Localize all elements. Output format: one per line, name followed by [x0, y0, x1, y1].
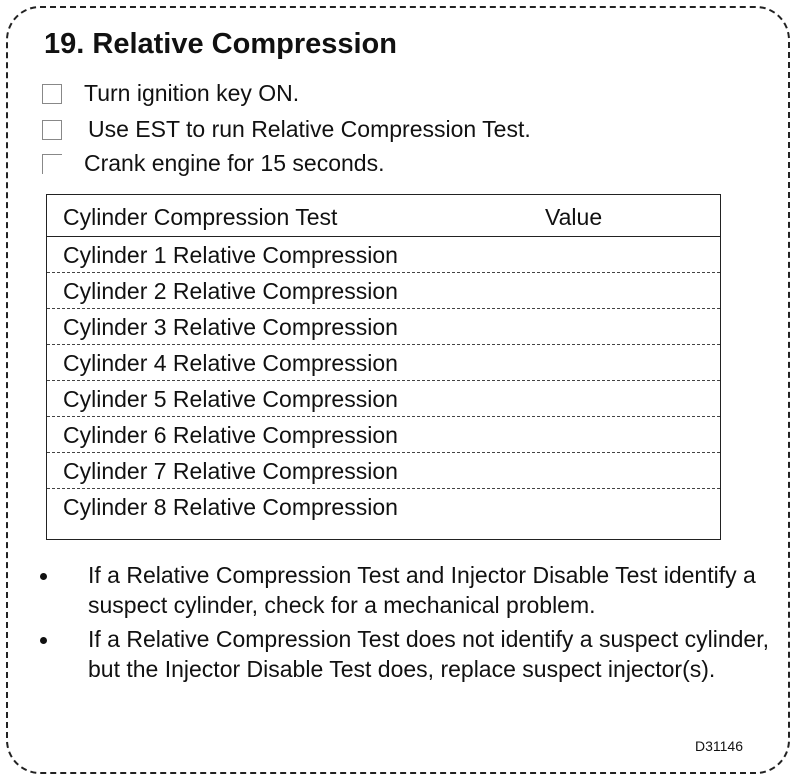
table-row: Cylinder 8 Relative Compression [47, 489, 720, 525]
checklist-item[interactable]: Crank engine for 15 seconds. [42, 150, 384, 177]
bullet-icon [40, 573, 47, 580]
cylinder-test-cell: Cylinder 6 Relative Compression [63, 422, 398, 448]
table-row: Cylinder 6 Relative Compression [47, 417, 720, 453]
cylinder-test-cell: Cylinder 4 Relative Compression [63, 350, 398, 376]
notes-list: If a Relative Compression Test and Injec… [36, 560, 781, 688]
checklist-item-label: Crank engine for 15 seconds. [84, 150, 385, 176]
cylinder-test-cell: Cylinder 2 Relative Compression [63, 278, 398, 304]
cylinder-test-cell: Cylinder 7 Relative Compression [63, 458, 398, 484]
column-header-value: Value [545, 204, 603, 230]
table-row: Cylinder 7 Relative Compression [47, 453, 720, 489]
cylinder-test-cell: Cylinder 5 Relative Compression [63, 386, 398, 412]
checklist-item-label: Turn ignition key ON. [84, 80, 300, 106]
table-row: Cylinder 4 Relative Compression [47, 345, 720, 381]
checkbox[interactable] [42, 83, 62, 104]
table-header: Cylinder Compression Test Value [47, 195, 720, 237]
section-title: 19. Relative Compression [44, 28, 397, 60]
table-row: Cylinder 5 Relative Compression [47, 381, 720, 417]
note-text: If a Relative Compression Test does not … [88, 626, 769, 682]
checkbox[interactable] [42, 119, 62, 140]
cylinder-test-cell: Cylinder 1 Relative Compression [63, 242, 398, 268]
compression-test-table: Cylinder Compression Test Value Cylinder… [46, 194, 721, 540]
cylinder-test-cell: Cylinder 3 Relative Compression [63, 314, 398, 340]
column-header-test: Cylinder Compression Test [63, 204, 338, 230]
table-row: Cylinder 1 Relative Compression [47, 237, 720, 273]
table-row: Cylinder 2 Relative Compression [47, 273, 720, 309]
checkbox[interactable] [42, 153, 62, 174]
table-row: Cylinder 3 Relative Compression [47, 309, 720, 345]
figure-code: D31146 [695, 738, 744, 754]
bullet-icon [40, 637, 47, 644]
note-item: If a Relative Compression Test does not … [36, 624, 781, 684]
checklist-item[interactable]: Use EST to run Relative Compression Test… [42, 116, 531, 143]
cylinder-test-cell: Cylinder 8 Relative Compression [63, 494, 398, 520]
checklist-item-label: Use EST to run Relative Compression Test… [88, 116, 531, 142]
note-item: If a Relative Compression Test and Injec… [36, 560, 781, 620]
checklist-item[interactable]: Turn ignition key ON. [42, 80, 299, 107]
note-text: If a Relative Compression Test and Injec… [88, 562, 756, 618]
